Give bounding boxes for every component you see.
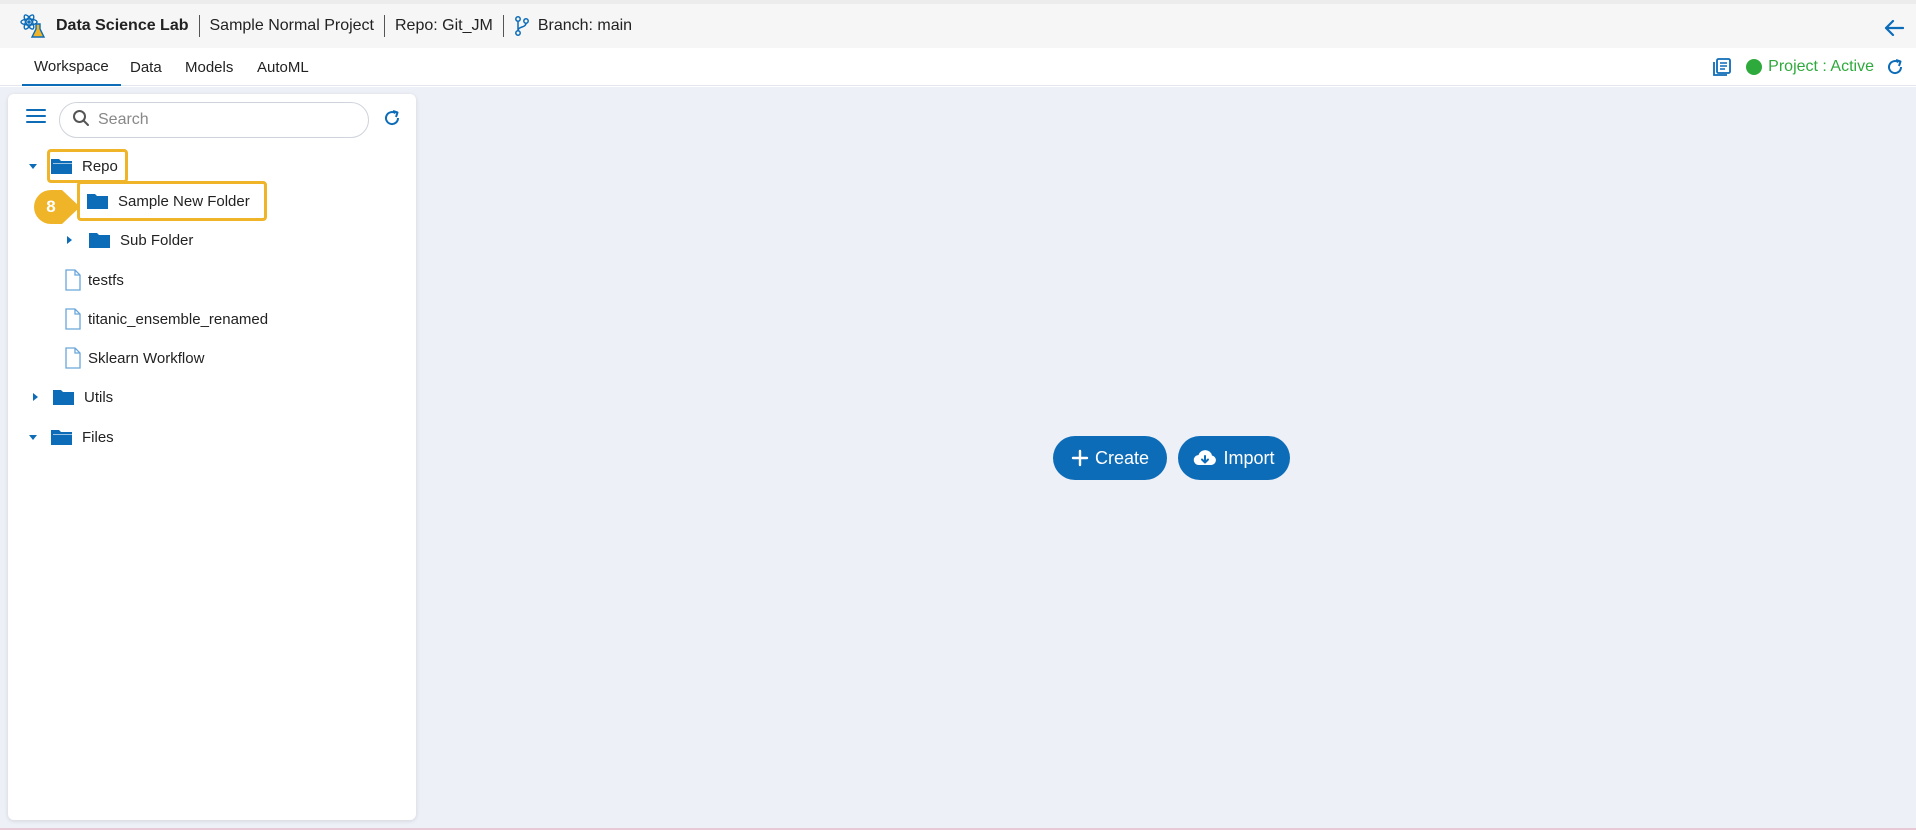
- tree-item-label: Utils: [84, 388, 114, 406]
- app-header: Data Science Lab Sample Normal Project R…: [0, 0, 1916, 48]
- tree-item-titanic-ensemble-renamed[interactable]: titanic_ensemble_renamed: [64, 306, 268, 332]
- app-title: Data Science Lab: [56, 17, 189, 34]
- plus-icon: [1071, 449, 1089, 467]
- nav-right-controls: Project : Active: [1712, 48, 1916, 86]
- folder-icon: [88, 230, 112, 250]
- folder-icon: [52, 387, 76, 407]
- repo-name: Repo: Git_JM: [395, 17, 493, 34]
- folder-icon: [86, 191, 110, 211]
- workspace-area: 8 Repo Sample New Folder: [0, 87, 1916, 828]
- import-button-label: Import: [1223, 447, 1275, 468]
- caret-right-icon[interactable]: [64, 235, 74, 245]
- tab-automl[interactable]: AutoML: [257, 48, 309, 86]
- create-button-label: Create: [1094, 447, 1150, 468]
- data-science-lab-logo-icon: [18, 11, 48, 41]
- branch-name: Branch: main: [537, 17, 633, 34]
- tab-data[interactable]: Data: [130, 48, 162, 86]
- tree-item-sub-folder[interactable]: Sub Folder: [64, 227, 193, 253]
- search-icon: [72, 109, 90, 132]
- tree-item-label: Sample New Folder: [118, 192, 250, 210]
- tree-item-repo[interactable]: Repo: [28, 153, 118, 179]
- refresh-icon[interactable]: [1886, 58, 1904, 76]
- git-branch-icon: [514, 16, 530, 36]
- tab-workspace[interactable]: Workspace: [22, 48, 121, 86]
- workspace-sidebar: 8 Repo Sample New Folder: [8, 94, 416, 820]
- file-icon: [64, 308, 82, 330]
- tree-item-label: Sub Folder: [120, 231, 194, 249]
- caret-down-icon[interactable]: [28, 161, 38, 171]
- search-field[interactable]: [59, 102, 369, 138]
- header-divider: [198, 15, 200, 37]
- step-badge: 8: [46, 197, 56, 216]
- tree-item-label: testfs: [88, 271, 124, 289]
- tab-models[interactable]: Models: [185, 48, 233, 86]
- caret-right-icon[interactable]: [30, 392, 40, 402]
- tree-item-files[interactable]: Files: [28, 424, 114, 450]
- hamburger-menu-icon[interactable]: [26, 108, 48, 126]
- folder-open-icon: [50, 427, 74, 447]
- tree-item-label: Sklearn Workflow: [88, 349, 205, 367]
- file-icon: [64, 347, 82, 369]
- header-divider: [502, 15, 504, 37]
- tree-item-testfs[interactable]: testfs: [64, 267, 124, 293]
- refresh-tree-icon[interactable]: [383, 109, 401, 132]
- cloud-download-icon: [1194, 450, 1217, 466]
- project-name: Sample Normal Project: [209, 17, 375, 34]
- module-tabs: Workspace Data Models AutoML Project : A…: [0, 48, 1916, 86]
- tree-item-sample-new-folder[interactable]: Sample New Folder: [86, 188, 250, 214]
- search-input[interactable]: [98, 111, 338, 129]
- tree-item-utils[interactable]: Utils: [30, 384, 113, 410]
- tree-item-sklearn-workflow[interactable]: Sklearn Workflow: [64, 345, 204, 371]
- project-status: Project : Active: [1768, 58, 1874, 75]
- header-divider: [384, 15, 385, 37]
- tree-item-label: Files: [82, 428, 114, 446]
- caret-down-icon[interactable]: [28, 432, 38, 442]
- back-arrow-icon[interactable]: [1882, 16, 1906, 40]
- folder-open-icon: [50, 156, 74, 176]
- create-button[interactable]: Create: [1053, 436, 1167, 480]
- file-icon: [64, 269, 82, 291]
- documentation-icon[interactable]: [1712, 57, 1732, 77]
- import-button[interactable]: Import: [1178, 436, 1290, 480]
- tree-item-label: titanic_ensemble_renamed: [88, 310, 269, 328]
- project-status-dot: [1746, 59, 1763, 75]
- tree-item-label: Repo: [82, 157, 118, 175]
